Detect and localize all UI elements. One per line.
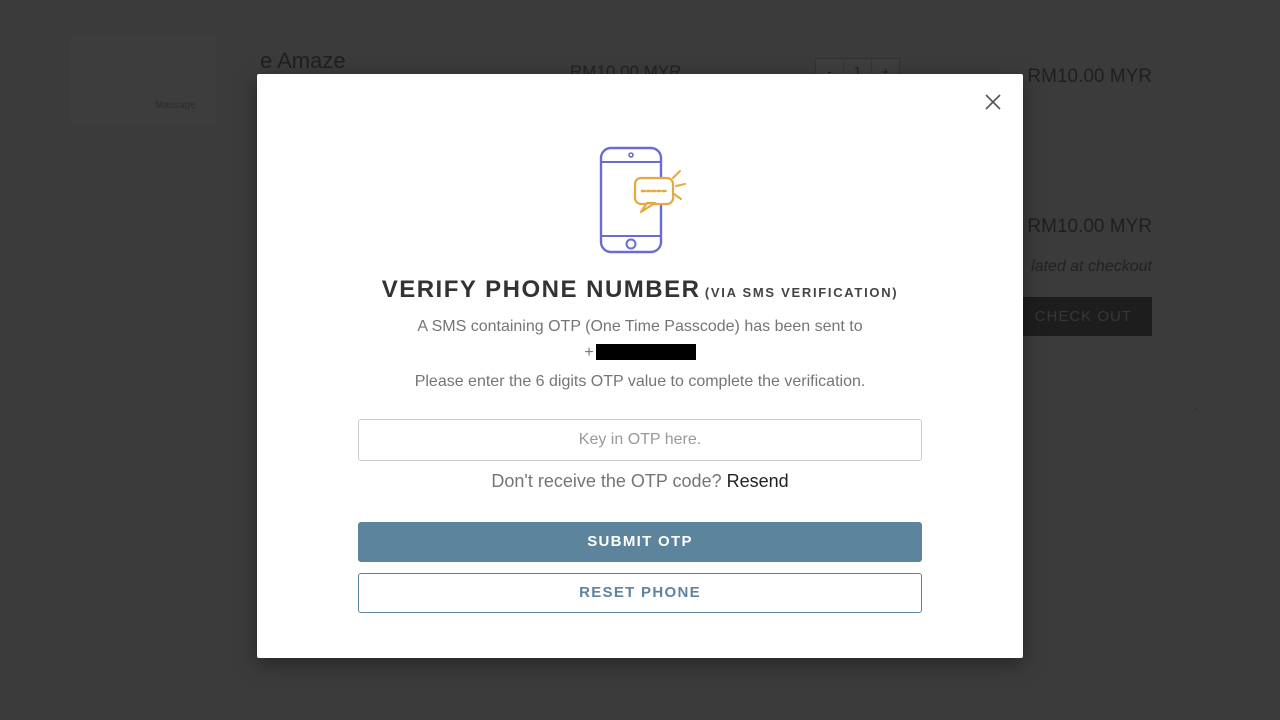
resend-link[interactable]: Resend bbox=[727, 471, 789, 491]
close-icon bbox=[984, 93, 1002, 111]
sms-sent-text: A SMS containing OTP (One Time Passcode)… bbox=[257, 314, 1023, 365]
resend-row: Don't receive the OTP code? Resend bbox=[257, 471, 1023, 492]
phone-prefix: + bbox=[584, 344, 593, 361]
desc-line1: A SMS containing OTP (One Time Passcode)… bbox=[417, 318, 862, 335]
phone-sms-illustration bbox=[590, 146, 690, 256]
phone-sms-icon bbox=[591, 146, 689, 256]
otp-input[interactable] bbox=[358, 419, 922, 461]
enter-otp-instruction: Please enter the 6 digits OTP value to c… bbox=[257, 373, 1023, 391]
resend-prompt: Don't receive the OTP code? bbox=[491, 471, 726, 491]
reset-phone-button[interactable]: RESET PHONE bbox=[358, 573, 922, 613]
verify-phone-modal: VERIFY PHONE NUMBER (VIA SMS VERIFICATIO… bbox=[257, 74, 1023, 658]
modal-heading: VERIFY PHONE NUMBER (VIA SMS VERIFICATIO… bbox=[257, 276, 1023, 304]
submit-otp-button[interactable]: SUBMIT OTP bbox=[358, 522, 922, 562]
masked-phone-number: + bbox=[584, 340, 695, 366]
redacted-bar bbox=[596, 344, 696, 360]
heading-sub: (VIA SMS VERIFICATION) bbox=[705, 285, 898, 300]
close-button[interactable] bbox=[981, 90, 1005, 114]
heading-main: VERIFY PHONE NUMBER bbox=[382, 276, 701, 303]
